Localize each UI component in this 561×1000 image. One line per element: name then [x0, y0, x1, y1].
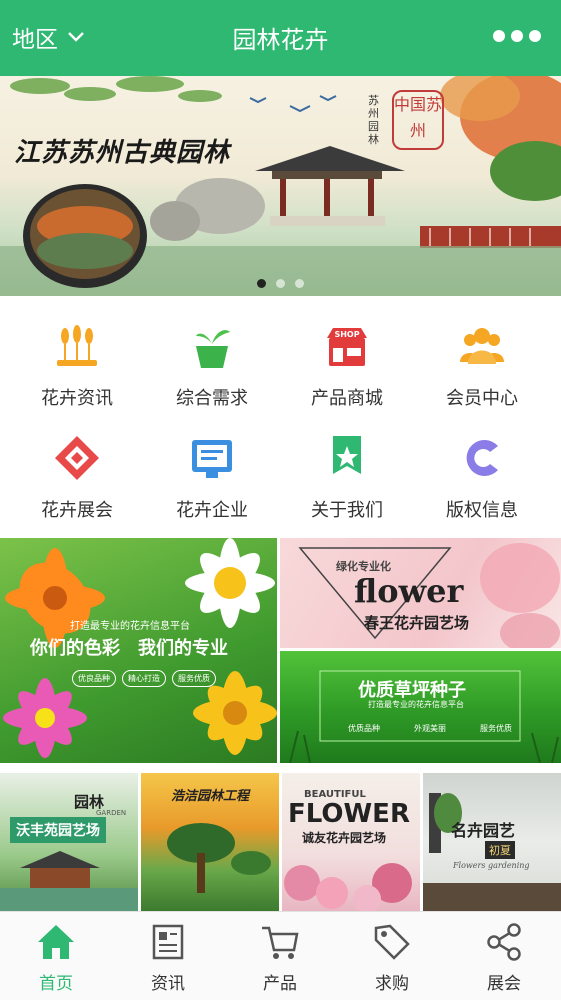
- carousel-dot[interactable]: [276, 279, 285, 288]
- shop-badge: SHOP: [334, 330, 359, 339]
- menu-label: 花卉展会: [41, 500, 113, 521]
- promo-tag: 精心打造: [122, 670, 166, 687]
- members-icon: [460, 328, 504, 364]
- promo-slogan-b: 我们的专业: [138, 638, 228, 659]
- promo-tag: 外观美丽: [414, 724, 446, 733]
- more-dot-icon: [529, 30, 541, 42]
- menu-label: 会员中心: [446, 388, 518, 409]
- promo-slogan-a: 你们的色彩: [30, 638, 120, 659]
- plant-pot-icon: [196, 330, 230, 368]
- promo-name: 春王花卉园艺场: [364, 614, 470, 632]
- menu-item-news[interactable]: 花卉资讯: [7, 296, 147, 409]
- menu-item-about[interactable]: 关于我们: [277, 408, 417, 521]
- banner-vertical-text: 苏州园林: [368, 94, 379, 146]
- thumb-sub: 初夏: [485, 841, 515, 859]
- more-dot-icon: [493, 30, 505, 42]
- menu-item-shop[interactable]: SHOP 产品商城: [277, 296, 417, 409]
- wheat-icon: [57, 325, 97, 366]
- menu-item-exhibition[interactable]: 花卉展会: [7, 408, 147, 521]
- promo-tag: 服务优质: [172, 670, 216, 687]
- thumb-title: 诚友花卉园艺场: [302, 831, 387, 845]
- nav-exhibition[interactable]: 展会: [448, 912, 560, 1000]
- menu-item-members[interactable]: 会员中心: [412, 296, 552, 409]
- shop-icon: SHOP: [327, 328, 367, 366]
- promo-tag: 服务优质: [480, 724, 512, 733]
- share-icon: [487, 923, 521, 961]
- promo-tag: 优良品种: [72, 670, 116, 687]
- app-header: 地区 园林花卉: [0, 0, 561, 76]
- thumb-chengyou[interactable]: BEAUTIFUL FLOWER 诚友花卉园艺场: [282, 773, 420, 911]
- nav-news[interactable]: 资讯: [112, 912, 224, 1000]
- nav-home[interactable]: 首页: [0, 912, 112, 1000]
- thumb-haojie[interactable]: 浩洁园林工程: [141, 773, 279, 911]
- promo-flowers[interactable]: 打造最专业的花卉信息平台 你们的色彩 我们的专业 优良品种 精心打造 服务优质: [0, 538, 277, 763]
- nav-label: 首页: [39, 974, 73, 994]
- menu-label: 花卉企业: [176, 500, 248, 521]
- promo-lawn-seeds[interactable]: 优质草坪种子 打造最专业的花卉信息平台 优质品种 外观美丽 服务优质: [280, 651, 561, 763]
- carousel-dot[interactable]: [257, 279, 266, 288]
- menu-label: 产品商城: [311, 388, 383, 409]
- copyright-c-icon: [466, 440, 498, 476]
- thumb-title: 沃丰苑园艺场: [10, 817, 106, 843]
- menu-item-copyright[interactable]: 版权信息: [412, 408, 552, 521]
- nav-label: 求购: [375, 974, 409, 994]
- thumb-title: 浩洁园林工程: [171, 789, 250, 804]
- menu-label: 关于我们: [311, 500, 383, 521]
- carousel-dot[interactable]: [295, 279, 304, 288]
- thumb-mark-en: GARDEN: [96, 809, 127, 817]
- promo-tags: 优质品种 外观美丽 服务优质: [348, 723, 512, 734]
- nav-label: 产品: [263, 974, 297, 994]
- page-title: 园林花卉: [232, 26, 329, 54]
- tag-icon: [374, 924, 410, 960]
- nav-label: 资讯: [151, 974, 185, 994]
- cart-icon: [262, 926, 299, 959]
- seal-stamp: 中国苏州: [392, 90, 444, 150]
- news-icon: [152, 924, 184, 960]
- thumb-minghui[interactable]: 名卉园艺 初夏 Flowers gardening: [423, 773, 561, 911]
- menu-label: 版权信息: [446, 500, 518, 521]
- home-icon: [38, 925, 74, 959]
- menu-label: 综合需求: [176, 388, 248, 409]
- nav-products[interactable]: 产品: [224, 912, 336, 1000]
- nav-purchase[interactable]: 求购: [336, 912, 448, 1000]
- promo-subtitle: 打造最专业的花卉信息平台: [368, 700, 464, 709]
- menu-grid: 花卉资讯 综合需求 SHOP 产品商城 会员中心 花卉展会 花卉企业 关于我们 …: [0, 296, 561, 536]
- nav-label: 展会: [487, 974, 521, 994]
- promo-tags: 优良品种 精心打造 服务优质: [72, 670, 216, 687]
- more-dot-icon: [511, 30, 523, 42]
- bottom-nav: 首页 资讯 产品 求购 展会: [0, 911, 561, 1000]
- thumb-wofengyuan[interactable]: 园林 GARDEN 沃丰苑园艺场: [0, 773, 138, 911]
- banner-carousel[interactable]: 江苏苏州古典园林 苏州园林 中国苏州: [0, 76, 561, 296]
- exhibition-icon: [55, 436, 99, 480]
- enterprise-icon: [192, 440, 232, 478]
- about-star-icon: [333, 436, 361, 474]
- banner-scenery: [0, 76, 561, 296]
- promo-tag: 优质品种: [348, 724, 380, 733]
- banner-headline: 江苏苏州古典园林: [14, 138, 231, 168]
- menu-label: 花卉资讯: [41, 388, 113, 409]
- carousel-dots: [0, 279, 561, 288]
- more-menu-button[interactable]: [493, 26, 541, 46]
- promo-flower-nursery[interactable]: 绿化专业化 flower 春王花卉园艺场: [280, 538, 561, 648]
- promo-big: flower: [354, 572, 464, 610]
- thumb-script: Flowers gardening: [453, 861, 530, 870]
- menu-item-enterprise[interactable]: 花卉企业: [142, 408, 282, 521]
- thumb-big: FLOWER: [288, 799, 410, 829]
- promo-subtitle: 打造最专业的花卉信息平台: [70, 621, 190, 632]
- menu-item-demand[interactable]: 综合需求: [142, 296, 282, 409]
- thumb-title: 名卉园艺: [451, 821, 516, 840]
